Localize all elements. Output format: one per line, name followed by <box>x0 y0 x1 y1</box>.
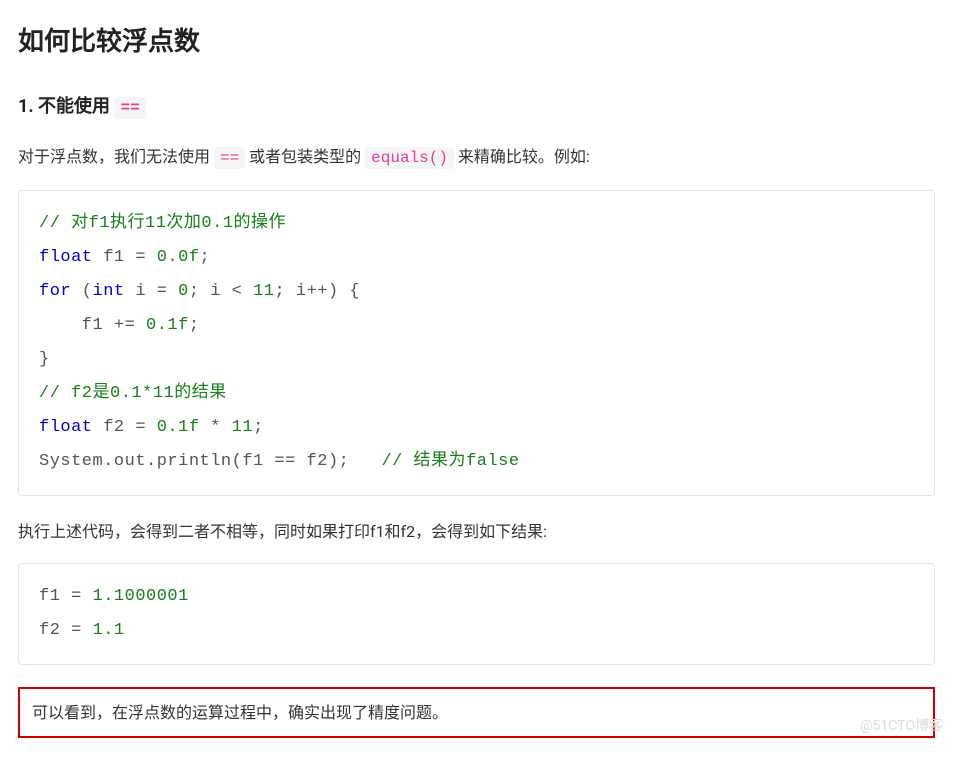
code-comment: // 对f1执行11次加0.1的操作 <box>39 214 286 233</box>
code-block-2: f1 = 1.1000001 f2 = 1.1 <box>18 563 935 665</box>
code-comment: // 结果为false <box>381 452 519 471</box>
code-comment: // f2是0.1*11的结果 <box>39 384 227 403</box>
para1-part3: 来精确比较。例如: <box>454 147 590 166</box>
heading-text: 1. 不能使用 <box>18 96 115 117</box>
paragraph-2: 执行上述代码，会得到二者不相等，同时如果打印f1和f2，会得到如下结果: <box>18 518 935 545</box>
paragraph-1: 对于浮点数，我们无法使用 == 或者包装类型的 equals() 来精确比较。例… <box>18 143 935 172</box>
inline-code-equals: equals() <box>365 147 454 169</box>
para1-part1: 对于浮点数，我们无法使用 <box>18 147 214 166</box>
heading-code-eq: == <box>115 97 146 119</box>
code-block-1: // 对f1执行11次加0.1的操作 float f1 = 0.0f; for … <box>18 190 935 496</box>
para1-part2: 或者包装类型的 <box>245 147 365 166</box>
page-title: 如何比较浮点数 <box>18 20 935 64</box>
code-keyword-float: float <box>39 248 93 267</box>
inline-code-eq: == <box>214 147 245 169</box>
highlighted-paragraph: 可以看到，在浮点数的运算过程中，确实出现了精度问题。 <box>18 687 935 738</box>
section-heading-1: 1. 不能使用 == <box>18 92 935 123</box>
code-keyword-for: for <box>39 282 71 301</box>
paragraph-3: 可以看到，在浮点数的运算过程中，确实出现了精度问题。 <box>32 703 448 722</box>
